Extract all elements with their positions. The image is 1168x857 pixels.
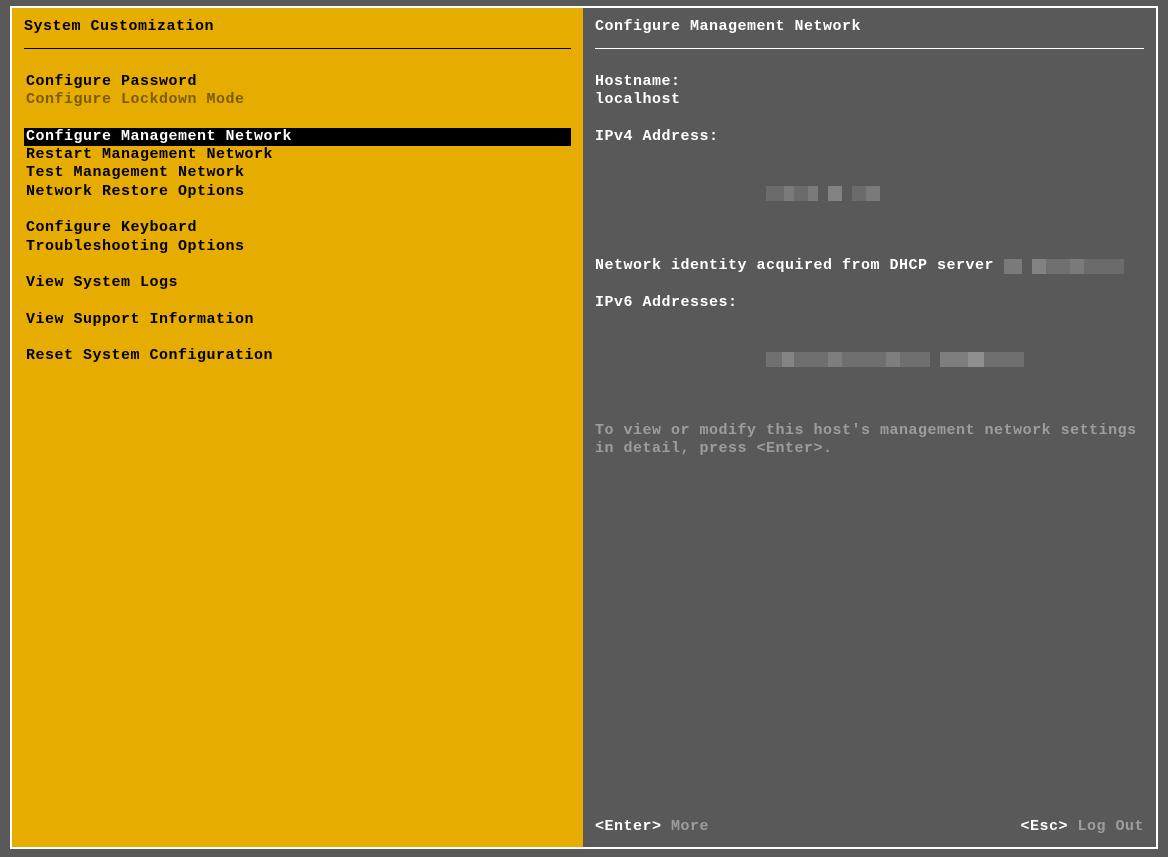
menu-blank — [24, 293, 571, 311]
menu-item-reset-system-configuration[interactable]: Reset System Configuration — [24, 347, 571, 365]
dhcp-prefix: Network identity acquired from DHCP serv… — [595, 257, 1004, 274]
ipv6-label: IPv6 Addresses: — [595, 294, 1144, 312]
menu-list: Configure PasswordConfigure Lockdown Mod… — [12, 49, 583, 366]
menu-item-network-restore-options[interactable]: Network Restore Options — [24, 183, 571, 201]
menu-item-test-management-network[interactable]: Test Management Network — [24, 164, 571, 182]
menu-item-configure-management-network[interactable]: Configure Management Network — [24, 128, 571, 146]
left-pane: System Customization Configure PasswordC… — [12, 8, 583, 847]
menu-item-configure-keyboard[interactable]: Configure Keyboard — [24, 219, 571, 237]
hostname-value: localhost — [595, 91, 1144, 109]
ipv4-label: IPv4 Address: — [595, 128, 1144, 146]
menu-item-view-support-information[interactable]: View Support Information — [24, 311, 571, 329]
dhcp-line: Network identity acquired from DHCP serv… — [595, 256, 1144, 275]
menu-item-configure-lockdown-mode: Configure Lockdown Mode — [24, 91, 571, 109]
right-pane-title: Configure Management Network — [583, 8, 1156, 36]
esc-label: Log Out — [1068, 818, 1144, 835]
enter-key: <Enter> — [595, 818, 662, 835]
menu-item-view-system-logs[interactable]: View System Logs — [24, 274, 571, 292]
enter-label: More — [662, 818, 710, 835]
menu-item-restart-management-network[interactable]: Restart Management Network — [24, 146, 571, 164]
menu-blank — [24, 329, 571, 347]
menu-item-configure-password[interactable]: Configure Password — [24, 73, 571, 91]
menu-blank — [24, 201, 571, 219]
footer-esc[interactable]: <Esc> Log Out — [1020, 818, 1144, 835]
footer: <Enter> More <Esc> Log Out — [595, 818, 1144, 835]
detail-hint: To view or modify this host's management… — [595, 422, 1144, 459]
ipv4-value-redacted — [595, 146, 1144, 237]
footer-enter[interactable]: <Enter> More — [595, 818, 709, 835]
esc-key: <Esc> — [1020, 818, 1068, 835]
menu-item-troubleshooting-options[interactable]: Troubleshooting Options — [24, 238, 571, 256]
dhcp-value-redacted — [1004, 256, 1124, 274]
menu-blank — [24, 110, 571, 128]
hostname-label: Hostname: — [595, 73, 1144, 91]
menu-blank — [24, 256, 571, 274]
detail-content: Hostname: localhost IPv4 Address: Networ… — [583, 49, 1156, 458]
right-pane: Configure Management Network Hostname: l… — [583, 8, 1156, 847]
ipv6-value-redacted — [595, 312, 1144, 403]
dcui-window: System Customization Configure PasswordC… — [10, 6, 1158, 849]
left-pane-title: System Customization — [12, 8, 583, 36]
